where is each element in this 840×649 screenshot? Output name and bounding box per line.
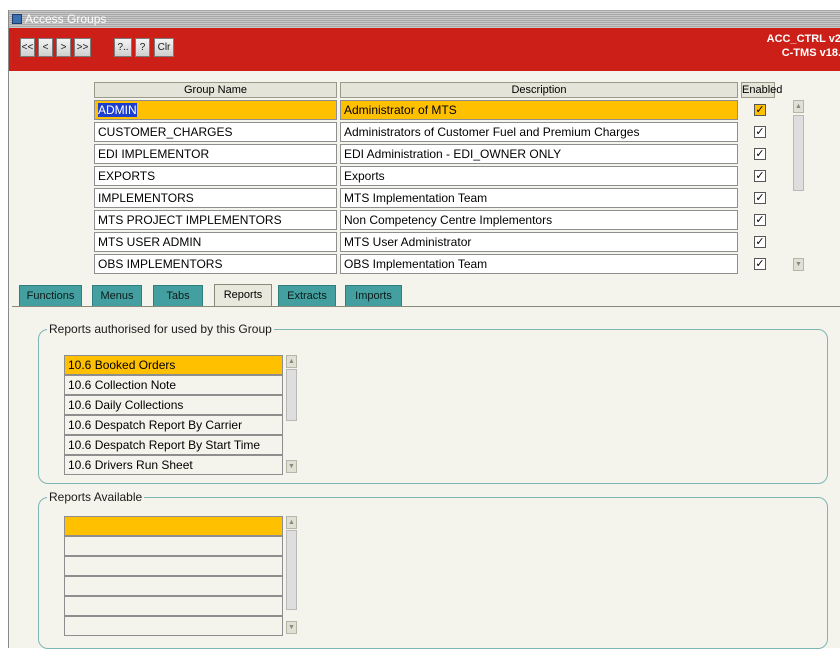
scroll-down-icon[interactable]: ▼: [286, 621, 297, 634]
reports-authorised-title: Reports authorised for used by this Grou…: [47, 322, 274, 336]
available-report-item[interactable]: [64, 576, 283, 596]
scroll-down-icon[interactable]: ▼: [286, 460, 297, 473]
enabled-checkbox[interactable]: ✓: [754, 214, 766, 226]
scroll-thumb[interactable]: [286, 369, 297, 421]
previous-record-button[interactable]: <: [38, 38, 53, 57]
group-name-cell[interactable]: OBS IMPLEMENTORS: [94, 254, 337, 274]
group-name-cell[interactable]: EDI IMPLEMENTOR: [94, 144, 337, 164]
report-list-item[interactable]: 10.6 Despatch Report By Carrier: [64, 415, 283, 435]
groups-scrollbar[interactable]: ▲ ▼: [793, 100, 806, 274]
group-name-cell[interactable]: EXPORTS: [94, 166, 337, 186]
group-name-cell[interactable]: ADMIN: [94, 100, 337, 120]
group-name-cell[interactable]: MTS USER ADMIN: [94, 232, 337, 252]
description-cell[interactable]: Exports: [340, 166, 738, 186]
reports-available-scrollbar[interactable]: ▲ ▼: [286, 516, 299, 636]
report-list-item[interactable]: 10.6 Daily Collections: [64, 395, 283, 415]
access-groups-window: Access Groups << < > >> ?.. ? Clr ACC_CT…: [8, 10, 840, 649]
reports-tab-panel: Reports authorised for used by this Grou…: [12, 306, 840, 649]
tab-functions[interactable]: Functions: [19, 285, 82, 306]
scroll-up-icon[interactable]: ▲: [286, 516, 297, 529]
enabled-checkbox[interactable]: ✓: [754, 126, 766, 138]
available-report-item[interactable]: [64, 516, 283, 536]
description-cell[interactable]: EDI Administration - EDI_OWNER ONLY: [340, 144, 738, 164]
query-lov-button[interactable]: ?..: [114, 38, 132, 57]
report-list-item[interactable]: 10.6 Booked Orders: [64, 355, 283, 375]
window-title: Access Groups: [25, 12, 107, 26]
app-version: C-TMS v18.: [781, 47, 840, 59]
tab-menus[interactable]: Menus: [92, 285, 142, 306]
scroll-up-icon[interactable]: ▲: [793, 100, 804, 113]
reports-authorised-scrollbar[interactable]: ▲ ▼: [286, 355, 299, 475]
tab-tabs[interactable]: Tabs: [153, 285, 203, 306]
report-list-item[interactable]: 10.6 Collection Note: [64, 375, 283, 395]
title-bar: Access Groups: [9, 10, 840, 28]
main-content: Group Name Description Enabled ADMIN Adm…: [12, 71, 840, 649]
description-cell[interactable]: OBS Implementation Team: [340, 254, 738, 274]
first-record-button[interactable]: <<: [20, 38, 35, 57]
column-header-enabled: Enabled: [741, 82, 783, 98]
last-record-button[interactable]: >>: [74, 38, 91, 57]
column-header-description: Description: [340, 82, 738, 98]
scroll-thumb[interactable]: [793, 115, 804, 191]
description-cell[interactable]: MTS Implementation Team: [340, 188, 738, 208]
description-cell[interactable]: Non Competency Centre Implementors: [340, 210, 738, 230]
description-cell[interactable]: Administrators of Customer Fuel and Prem…: [340, 122, 738, 142]
app-icon: [12, 14, 22, 24]
scroll-thumb[interactable]: [286, 530, 297, 610]
module-name: ACC_CTRL v2: [766, 33, 840, 45]
group-name-cell[interactable]: CUSTOMER_CHARGES: [94, 122, 337, 142]
enabled-checkbox[interactable]: ✓: [754, 104, 766, 116]
enabled-checkbox[interactable]: ✓: [754, 170, 766, 182]
toolbar: << < > >> ?.. ? Clr ACC_CTRL v2 C-TMS v1…: [9, 28, 840, 71]
enabled-checkbox[interactable]: ✓: [754, 258, 766, 270]
scroll-up-icon[interactable]: ▲: [286, 355, 297, 368]
group-name-cell[interactable]: IMPLEMENTORS: [94, 188, 337, 208]
available-report-item[interactable]: [64, 596, 283, 616]
reports-available-title: Reports Available: [47, 490, 145, 504]
group-name-text: ADMIN: [98, 103, 137, 117]
available-report-item[interactable]: [64, 616, 283, 636]
column-header-group-name: Group Name: [94, 82, 337, 98]
next-record-button[interactable]: >: [56, 38, 71, 57]
description-cell[interactable]: Administrator of MTS: [340, 100, 738, 120]
tab-imports[interactable]: Imports: [345, 285, 402, 306]
available-report-item[interactable]: [64, 536, 283, 556]
report-list-item[interactable]: 10.6 Despatch Report By Start Time: [64, 435, 283, 455]
enabled-checkbox[interactable]: ✓: [754, 192, 766, 204]
tab-extracts[interactable]: Extracts: [278, 285, 336, 306]
enabled-checkbox[interactable]: ✓: [754, 236, 766, 248]
scroll-down-icon[interactable]: ▼: [793, 258, 804, 271]
clear-button[interactable]: Clr: [154, 38, 174, 57]
description-cell[interactable]: MTS User Administrator: [340, 232, 738, 252]
available-report-item[interactable]: [64, 556, 283, 576]
module-info: ACC_CTRL v2 C-TMS v18.: [767, 32, 840, 60]
help-button[interactable]: ?: [135, 38, 150, 57]
tab-reports[interactable]: Reports: [214, 284, 272, 306]
group-name-cell[interactable]: MTS PROJECT IMPLEMENTORS: [94, 210, 337, 230]
enabled-checkbox[interactable]: ✓: [754, 148, 766, 160]
report-list-item[interactable]: 10.6 Drivers Run Sheet: [64, 455, 283, 475]
